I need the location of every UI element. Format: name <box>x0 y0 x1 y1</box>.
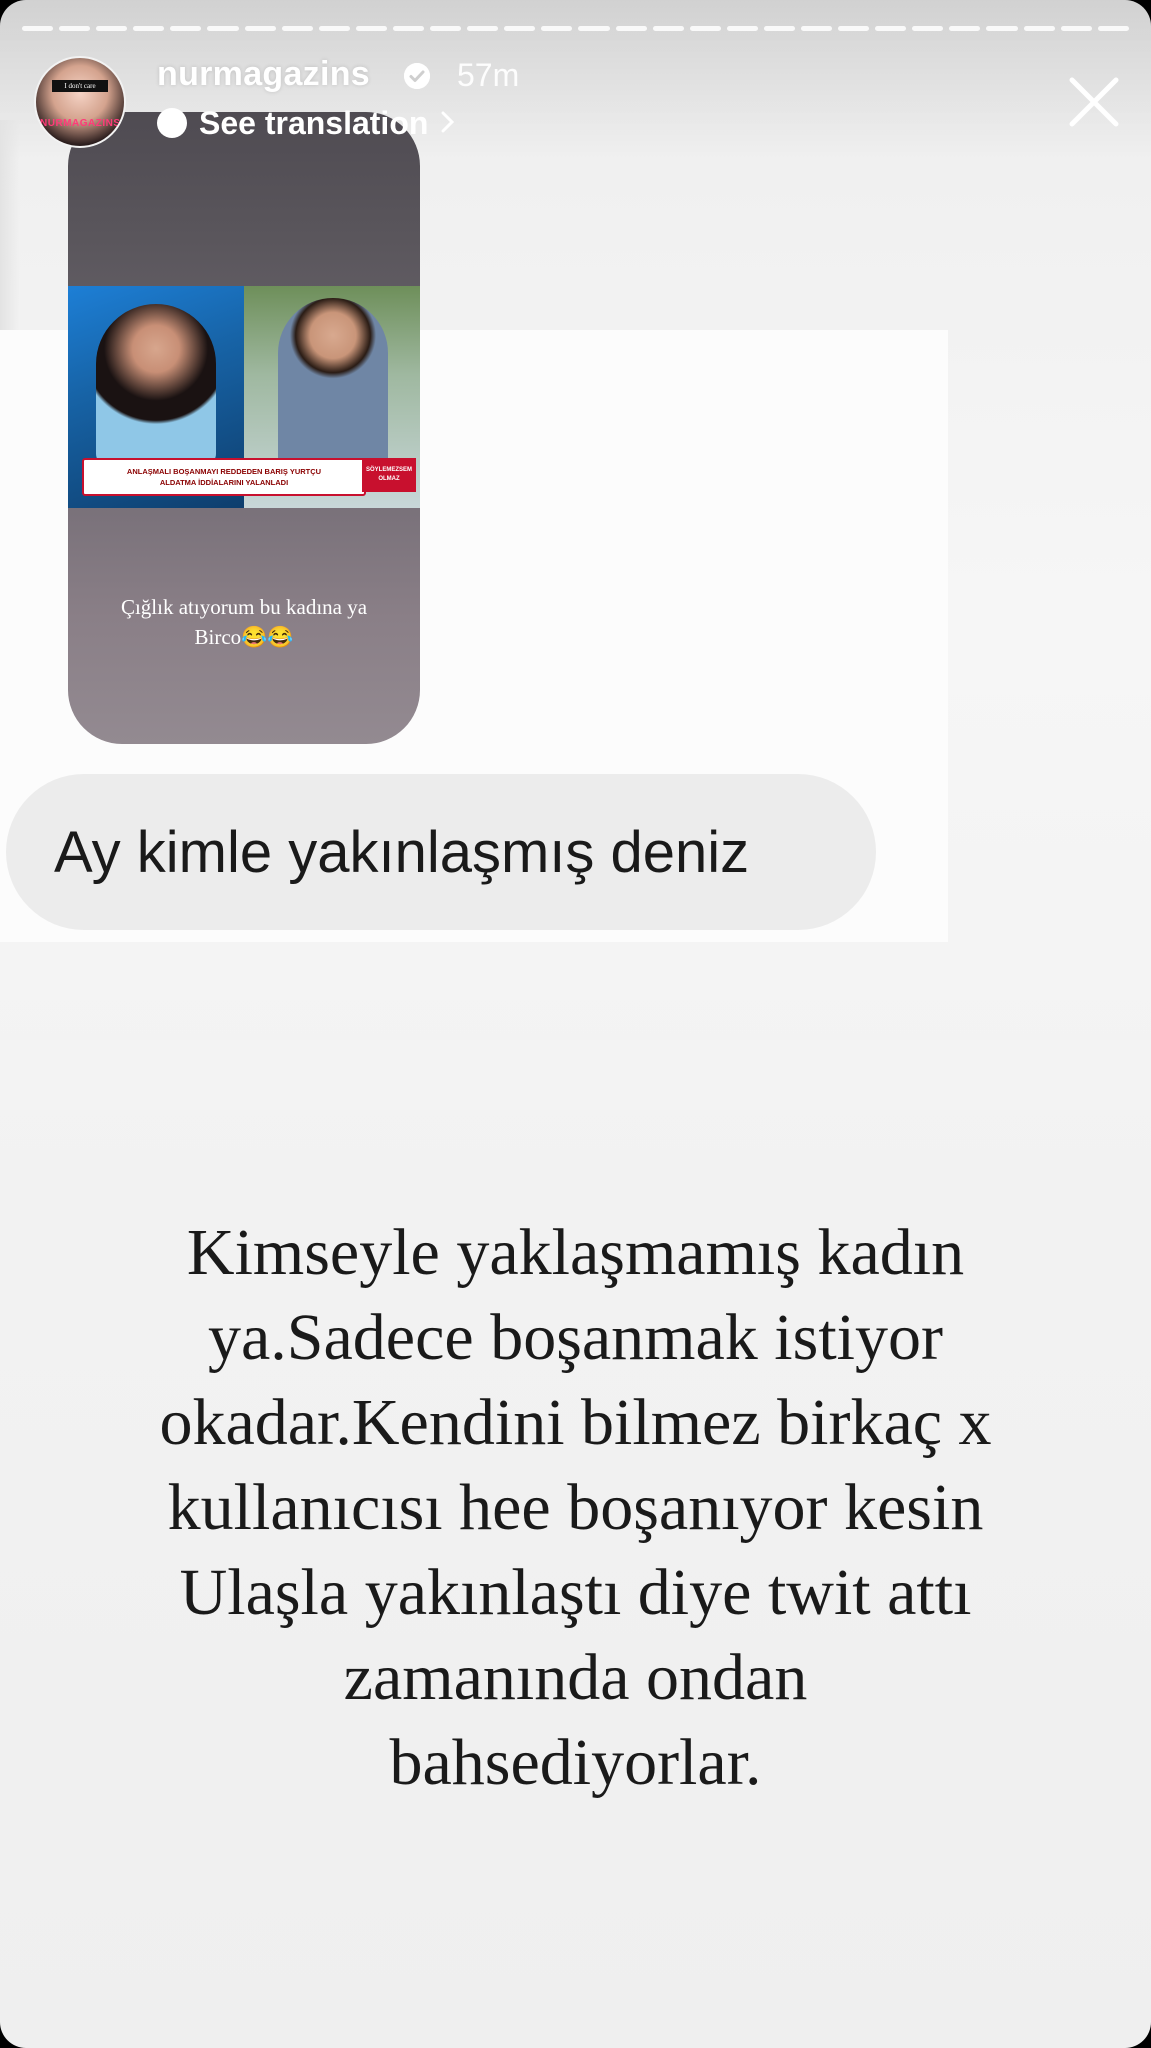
caption-line: zamanında ondan <box>343 1641 808 1714</box>
tv-headline-line2: ALDATMA İDDİALARINI YALANLADI <box>159 478 289 487</box>
tv-man-figure <box>278 298 388 468</box>
progress-segment <box>615 26 647 31</box>
close-icon[interactable] <box>1064 72 1124 132</box>
verified-badge-icon <box>404 63 430 89</box>
progress-segment <box>800 26 833 31</box>
story-progress-bar <box>22 26 1129 31</box>
progress-segment <box>504 26 536 31</box>
progress-segment <box>170 26 202 31</box>
post-time: 57m <box>457 57 520 93</box>
progress-segment <box>689 26 721 31</box>
caption-line: bahsediyorlar. <box>389 1726 762 1799</box>
shared-caption-line1: Çığlık atıyorum bu kadına ya <box>120 595 368 619</box>
tv-woman-figure <box>96 304 216 464</box>
progress-segment <box>1097 26 1129 31</box>
progress-segment <box>1023 26 1055 31</box>
avatar-brand-text: NURMAGAZINS <box>40 118 121 129</box>
progress-segment <box>207 26 239 31</box>
story-viewer[interactable]: ANLAŞMALI BOŞANMAYI REDDEDEN BARIŞ YURTÇ… <box>0 0 1151 2048</box>
tv-badge-line2: OLMAZ <box>378 476 400 482</box>
progress-segment <box>763 26 795 31</box>
progress-segment <box>875 26 907 31</box>
progress-segment <box>355 26 387 31</box>
progress-segment <box>1060 26 1092 31</box>
see-translation-link[interactable]: See translation <box>157 104 456 142</box>
message-text: Ay kimle yakınlaşmış deniz <box>54 819 750 885</box>
progress-segment <box>838 26 870 31</box>
progress-segment <box>318 26 350 31</box>
progress-segment <box>912 26 944 31</box>
progress-segment <box>22 26 54 31</box>
see-translation-label: See translation <box>199 104 429 141</box>
tv-program-badge: SÖYLEMEZSEM OLMAZ <box>362 458 416 492</box>
progress-segment <box>578 26 610 31</box>
shared-caption-line2: Birco😂😂 <box>194 625 294 649</box>
tv-screenshot: ANLAŞMALI BOŞANMAYI REDDEDEN BARIŞ YURTÇ… <box>68 286 420 508</box>
progress-segment <box>986 26 1018 31</box>
shared-story-caption: Çığlık atıyorum bu kadına ya Birco😂😂 <box>88 592 400 652</box>
chevron-right-icon <box>440 105 456 142</box>
progress-segment <box>430 26 462 31</box>
avatar-band-text: I don't care <box>52 80 108 92</box>
progress-segment <box>652 26 684 31</box>
progress-segment <box>726 26 758 31</box>
progress-segment <box>133 26 165 31</box>
caption-line: okadar.Kendini bilmez birkaç x <box>159 1386 992 1459</box>
translate-globe-icon <box>157 108 187 138</box>
story-caption: Kimseyle yaklaşmamış kadın ya.Sadece boşa… <box>60 1210 1091 1805</box>
avatar[interactable]: I don't care NURMAGAZINS <box>34 56 126 148</box>
message-bubble: Ay kimle yakınlaşmış deniz <box>6 774 876 930</box>
caption-line: ya.Sadece boşanmak istiyor <box>208 1301 943 1374</box>
progress-segment <box>949 26 981 31</box>
progress-segment <box>467 26 499 31</box>
caption-line: Kimseyle yaklaşmamış kadın <box>186 1216 965 1289</box>
tv-headline-line1: ANLAŞMALI BOŞANMAYI REDDEDEN BARIŞ YURTÇ… <box>126 467 322 476</box>
caption-line: kullanıcısı hee boşanıyor kesin <box>167 1471 984 1544</box>
progress-segment <box>541 26 573 31</box>
tv-badge-line1: SÖYLEMEZSEM <box>365 467 412 473</box>
tv-headline: ANLAŞMALI BOŞANMAYI REDDEDEN BARIŞ YURTÇ… <box>82 458 366 496</box>
username[interactable]: nurmagazins <box>157 55 370 94</box>
progress-segment <box>96 26 128 31</box>
progress-segment <box>281 26 313 31</box>
shared-story-thumbnail: ANLAŞMALI BOŞANMAYI REDDEDEN BARIŞ YURTÇ… <box>68 112 420 744</box>
progress-segment <box>59 26 91 31</box>
caption-line: Ulaşla yakınlaştı diye twit attı <box>179 1556 972 1629</box>
progress-segment <box>244 26 276 31</box>
progress-segment <box>392 26 425 31</box>
